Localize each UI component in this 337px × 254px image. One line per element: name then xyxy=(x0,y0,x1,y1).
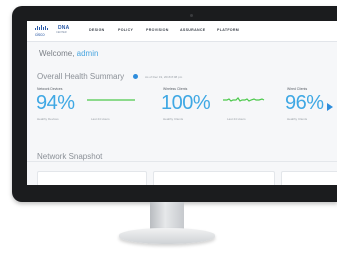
wired-clients-caption: Healthy Clients xyxy=(287,117,308,121)
wired-clients-percent[interactable]: 96% xyxy=(285,92,324,115)
brand-logo[interactable]: cisco DNA CENTER xyxy=(34,25,69,37)
network-devices-caption: Healthy Devices xyxy=(37,117,59,121)
nav-platform[interactable]: PLATFORM xyxy=(217,28,239,32)
welcome-prefix: Welcome, xyxy=(39,49,75,58)
welcome-user[interactable]: admin xyxy=(77,49,99,58)
app-screen: cisco DNA CENTER DESIGN POLICY PROVISION… xyxy=(27,21,337,185)
network-devices-percent[interactable]: 94% xyxy=(36,92,75,115)
panel-label-network-devices: Network Devices xyxy=(37,87,63,91)
snapshot-card[interactable] xyxy=(281,171,337,185)
next-arrow-icon[interactable] xyxy=(327,103,333,111)
sparkline-icon xyxy=(87,99,135,101)
monitor-stand-base xyxy=(119,228,215,244)
section-divider xyxy=(27,161,337,162)
wireless-clients-percent[interactable]: 100% xyxy=(161,92,211,115)
status-dot-icon xyxy=(133,74,138,79)
nav-provision[interactable]: PROVISION xyxy=(146,28,169,32)
snapshot-card[interactable] xyxy=(153,171,275,185)
network-snapshot-title: Network Snapshot xyxy=(37,152,103,161)
snapshot-cards xyxy=(37,171,337,185)
camera-icon xyxy=(190,14,193,17)
welcome-message: Welcome, admin xyxy=(39,49,98,58)
cisco-wordmark: cisco xyxy=(35,32,45,37)
wireless-clients-trend-caption: Last 24 Hours xyxy=(227,117,246,121)
panel-label-wired-clients: Wired Clients xyxy=(287,87,308,91)
cisco-logo-icon: cisco xyxy=(34,25,56,37)
top-nav: cisco DNA CENTER DESIGN POLICY PROVISION… xyxy=(27,21,337,42)
health-as-of: As of Dec 19, 2018 8:08 pm xyxy=(145,75,183,79)
network-devices-trend-caption: Last 24 Hours xyxy=(91,117,110,121)
health-summary-title: Overall Health Summary xyxy=(37,72,125,81)
nav-assurance[interactable]: ASSURANCE xyxy=(180,28,205,32)
sparkline-icon xyxy=(223,97,265,102)
nav-design[interactable]: DESIGN xyxy=(89,28,105,32)
snapshot-card[interactable] xyxy=(37,171,147,185)
product-sub: CENTER xyxy=(56,31,67,34)
nav-policy[interactable]: POLICY xyxy=(118,28,133,32)
panel-label-wireless-clients: Wireless Clients xyxy=(163,87,188,91)
wireless-clients-caption: Healthy Clients xyxy=(163,117,184,121)
